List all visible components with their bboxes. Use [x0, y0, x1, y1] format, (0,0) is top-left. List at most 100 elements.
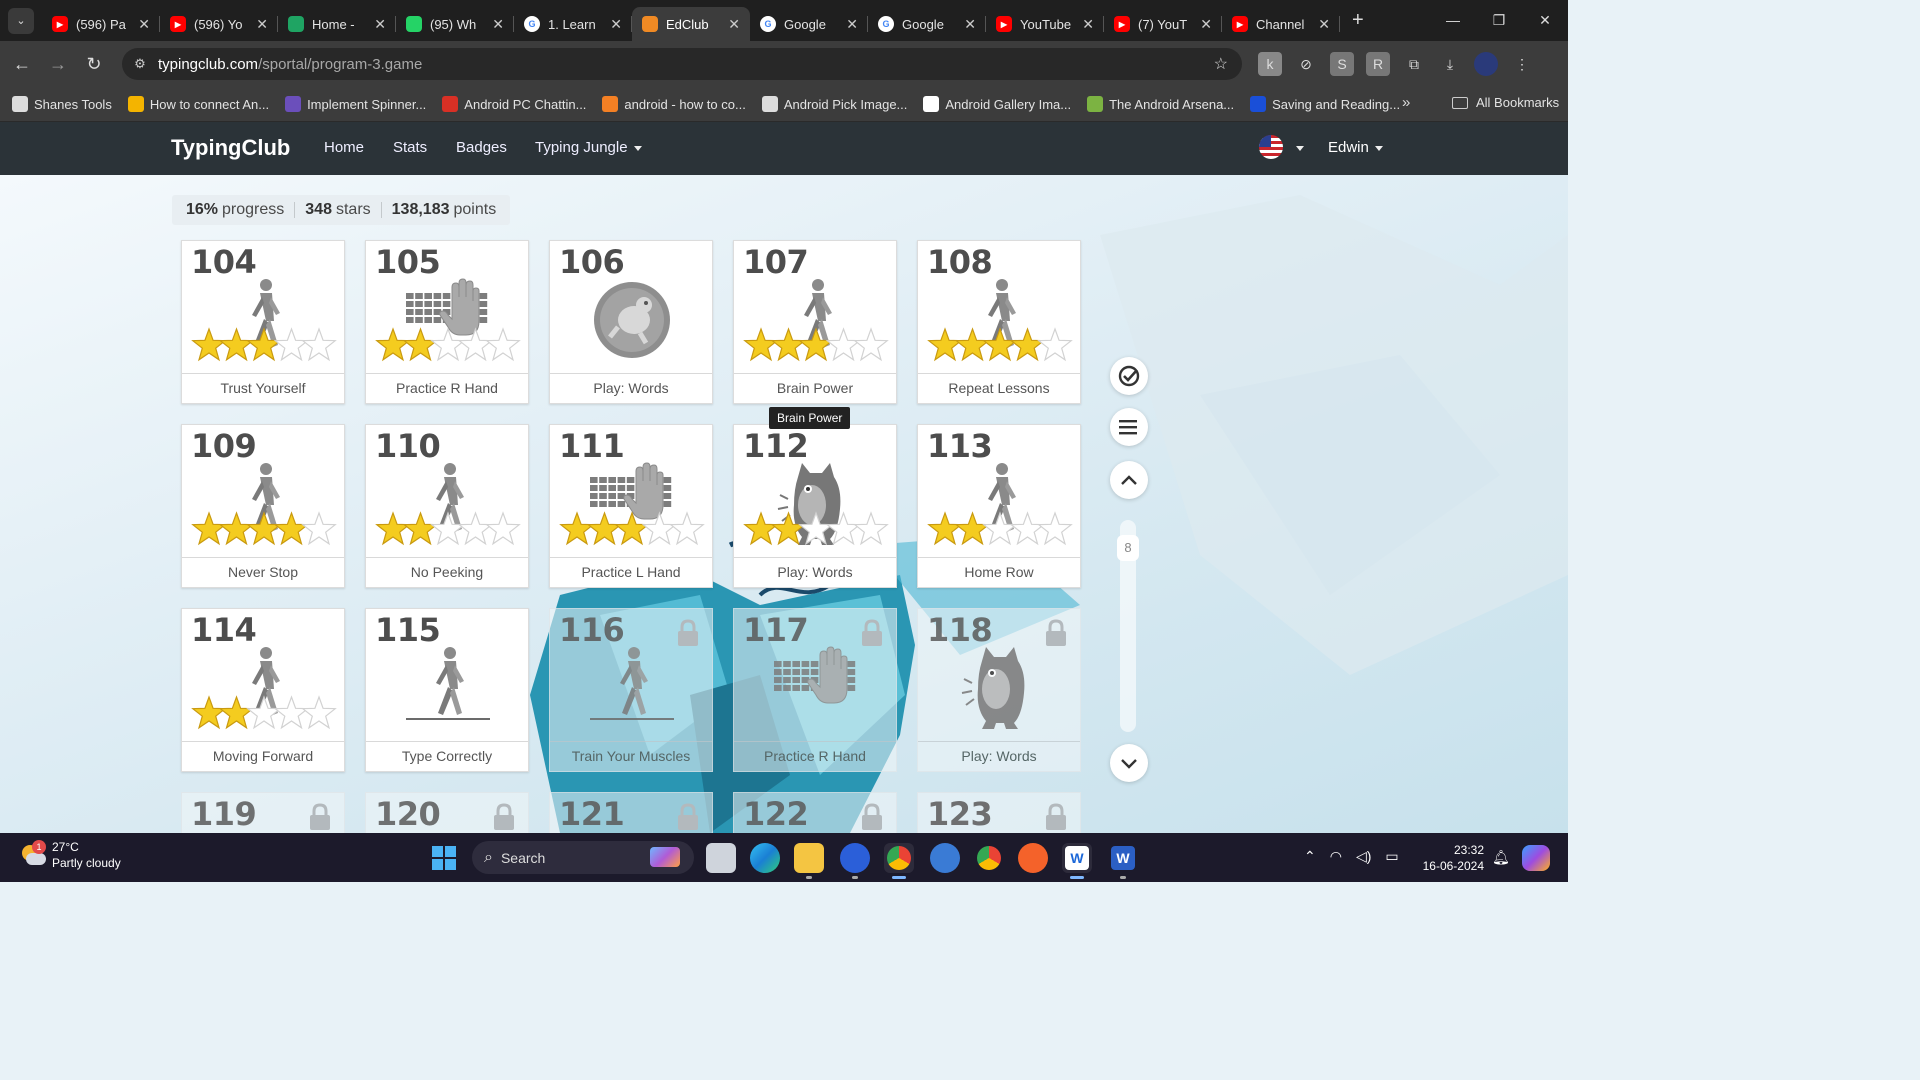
nav-badges[interactable]: Badges: [456, 139, 507, 156]
us-flag-icon[interactable]: [1259, 135, 1283, 159]
close-window-button[interactable]: ✕: [1522, 0, 1568, 41]
lesson-card[interactable]: 122: [733, 792, 897, 833]
browser-tab[interactable]: G Google ✕: [868, 7, 986, 41]
bookmark-item[interactable]: How to connect An...: [127, 96, 269, 112]
app-icon-with-alert[interactable]: [930, 843, 960, 873]
windows-start-icon[interactable]: [432, 846, 456, 870]
extension-icon[interactable]: R: [1366, 52, 1390, 76]
close-tab-icon[interactable]: ✕: [846, 16, 858, 33]
lesson-card[interactable]: 118 Play: Words: [917, 608, 1081, 772]
lesson-card[interactable]: 106 Play: Words: [549, 240, 713, 404]
close-tab-icon[interactable]: ✕: [492, 16, 504, 33]
lesson-card[interactable]: 123: [917, 792, 1081, 833]
lesson-card[interactable]: 111 Practice L Hand: [549, 424, 713, 588]
extension-icon[interactable]: S: [1330, 52, 1354, 76]
download-icon[interactable]: ⤓: [1438, 52, 1462, 76]
profile-avatar[interactable]: [1474, 52, 1498, 76]
scroll-up-button[interactable]: [1110, 461, 1148, 499]
copilot-icon[interactable]: [1522, 845, 1550, 871]
back-button[interactable]: ←: [4, 54, 40, 75]
scroll-down-button[interactable]: [1110, 744, 1148, 782]
close-tab-icon[interactable]: ✕: [1082, 16, 1094, 33]
close-tab-icon[interactable]: ✕: [1200, 16, 1212, 33]
bookmark-star-icon[interactable]: ☆: [1214, 54, 1228, 74]
edge-icon[interactable]: [750, 843, 780, 873]
lesson-card[interactable]: 110 No Peeking: [365, 424, 529, 588]
nav-home[interactable]: Home: [324, 139, 364, 156]
more-bookmarks-icon[interactable]: »: [1402, 94, 1410, 111]
chrome-icon[interactable]: [884, 843, 914, 879]
bookmark-item[interactable]: Saving and Reading...: [1250, 96, 1400, 112]
chevron-up-icon[interactable]: ⌃: [1304, 848, 1316, 865]
menu-button[interactable]: [1110, 408, 1148, 446]
wps-writer-icon[interactable]: W: [1062, 843, 1092, 879]
lesson-card[interactable]: 108 Repeat Lessons: [917, 240, 1081, 404]
browser-tab[interactable]: ▶ (7) YouT ✕: [1104, 7, 1222, 41]
file-explorer-icon[interactable]: [794, 843, 824, 879]
all-bookmarks-button[interactable]: All Bookmarks: [1452, 95, 1559, 110]
bookmark-item[interactable]: Android Pick Image...: [761, 96, 907, 112]
tab-search-button[interactable]: ⌄: [8, 7, 34, 34]
close-tab-icon[interactable]: ✕: [728, 16, 740, 33]
lesson-card[interactable]: 116 Train Your Muscles: [549, 608, 713, 772]
lesson-card[interactable]: 114 Moving Forward: [181, 608, 345, 772]
task-view-icon[interactable]: [706, 843, 736, 873]
close-tab-icon[interactable]: ✕: [256, 16, 268, 33]
bookmark-item[interactable]: Android PC Chattin...: [442, 96, 586, 112]
browser-tab[interactable]: ▶ (596) Yo ✕: [160, 7, 278, 41]
url-bar[interactable]: ⚙ typingclub.com/sportal/program-3.game …: [122, 48, 1242, 80]
bookmark-item[interactable]: Android Gallery Ima...: [923, 96, 1071, 112]
browser-tab[interactable]: G 1. Learn ✕: [514, 7, 632, 41]
weather-widget[interactable]: 1 27°C Partly cloudy: [18, 839, 121, 871]
close-tab-icon[interactable]: ✕: [610, 16, 622, 33]
bookmark-item[interactable]: The Android Arsena...: [1087, 96, 1234, 112]
bookmark-item[interactable]: android - how to co...: [602, 96, 746, 112]
close-tab-icon[interactable]: ✕: [1318, 16, 1330, 33]
lesson-card[interactable]: 120: [365, 792, 529, 833]
nav-stats[interactable]: Stats: [393, 139, 427, 156]
browser-tab[interactable]: (95) Wh ✕: [396, 7, 514, 41]
restore-button[interactable]: ❐: [1476, 0, 1522, 41]
bookmark-item[interactable]: Shanes Tools: [12, 96, 112, 112]
lesson-card[interactable]: 117 Practice R Hand: [733, 608, 897, 772]
extension-icon[interactable]: ⊘: [1294, 52, 1318, 76]
brand-logo[interactable]: TypingClub: [171, 135, 290, 161]
word-icon[interactable]: W: [1108, 843, 1138, 879]
browser-tab[interactable]: ▶ Channel ✕: [1222, 7, 1340, 41]
browser-tab[interactable]: EdClub ✕: [632, 7, 750, 41]
browser-tab[interactable]: G Google ✕: [750, 7, 868, 41]
extension-icon[interactable]: k: [1258, 52, 1282, 76]
lesson-card[interactable]: 105 Practice R Hand: [365, 240, 529, 404]
bookmark-item[interactable]: Implement Spinner...: [285, 96, 426, 112]
minimize-button[interactable]: —: [1430, 0, 1476, 41]
lesson-card[interactable]: 121: [549, 792, 713, 833]
lesson-card[interactable]: 112 Play: Words: [733, 424, 897, 588]
lesson-card[interactable]: 109 Never Stop: [181, 424, 345, 588]
chrome-icon-secondary[interactable]: [974, 843, 1004, 873]
new-tab-button[interactable]: +: [1352, 9, 1364, 32]
browser-tab[interactable]: ▶ (596) Pa ✕: [42, 7, 160, 41]
lesson-card[interactable]: 104 Trust Yourself: [181, 240, 345, 404]
volume-icon[interactable]: ◁): [1356, 848, 1371, 865]
browser-menu-icon[interactable]: ⋮: [1510, 52, 1534, 76]
taskbar-search[interactable]: ⌕ Search: [472, 841, 694, 874]
wifi-icon[interactable]: ◠: [1330, 848, 1342, 865]
lesson-card[interactable]: 115 Type Correctly: [365, 608, 529, 772]
app-store-icon[interactable]: [840, 843, 870, 879]
reload-button[interactable]: ↻: [76, 54, 112, 75]
browser-tab[interactable]: ▶ YouTube ✕: [986, 7, 1104, 41]
notification-bell-icon[interactable]: 🔔︎: [1492, 849, 1510, 866]
forward-button[interactable]: →: [40, 54, 76, 75]
browser-tab[interactable]: Home - ✕: [278, 7, 396, 41]
taskbar-clock[interactable]: 23:32 16-06-2024: [1418, 842, 1484, 874]
lesson-card[interactable]: 119: [181, 792, 345, 833]
user-menu[interactable]: Edwin: [1328, 139, 1383, 156]
extensions-puzzle-icon[interactable]: ⧉: [1402, 52, 1426, 76]
nav-typing-jungle[interactable]: Typing Jungle: [535, 139, 642, 156]
lesson-card[interactable]: 107 Brain Power: [733, 240, 897, 404]
close-tab-icon[interactable]: ✕: [964, 16, 976, 33]
close-tab-icon[interactable]: ✕: [138, 16, 150, 33]
site-info-icon[interactable]: ⚙: [122, 56, 158, 72]
close-tab-icon[interactable]: ✕: [374, 16, 386, 33]
chevron-down-icon[interactable]: [1296, 146, 1304, 151]
